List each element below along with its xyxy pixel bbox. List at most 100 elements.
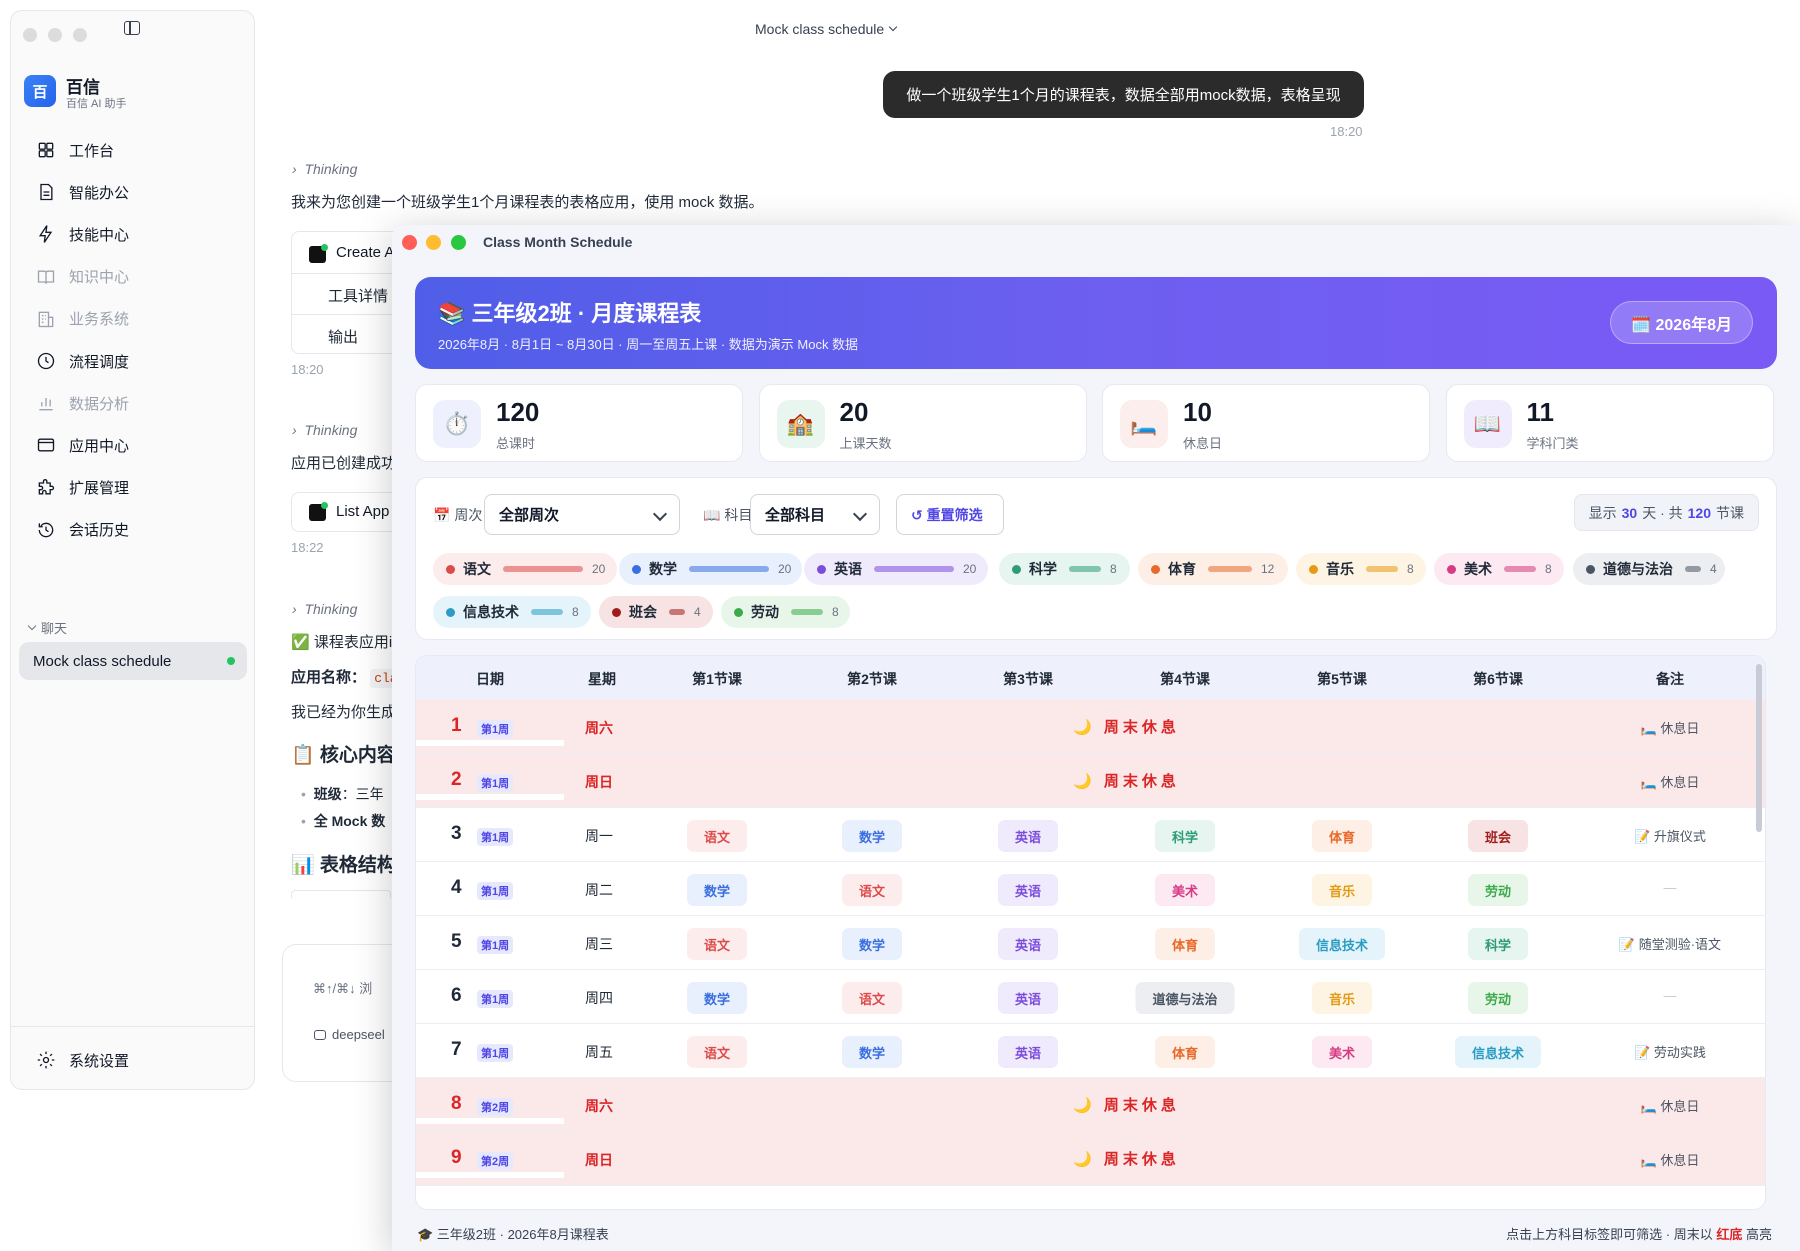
table-row[interactable]: 5 第1周 周三 语文 数学 英语 体育 信息技术 科学 📝 随堂测验·语文: [416, 916, 1765, 970]
table-row[interactable]: 4 第1周 周二 数学 语文 英语 美术 音乐 劳动 —: [416, 862, 1765, 916]
footer-right: 点击上方科目标签即可筛选 · 周末以 红底 高亮: [1506, 1224, 1772, 1243]
lesson-pill[interactable]: 美术: [1154, 874, 1216, 906]
subject-count: 8: [1407, 562, 1414, 576]
lesson-pill[interactable]: 体育: [1311, 820, 1373, 852]
column-header: 第5节课: [1317, 671, 1367, 687]
window-zoom-button[interactable]: [73, 28, 87, 42]
week-badge: 第1周: [477, 936, 514, 954]
model-selector[interactable]: deepseel: [314, 1027, 385, 1042]
table-row[interactable]: 6 第1周 周四 数学 语文 英语 道德与法治 音乐 劳动 —: [416, 970, 1765, 1024]
lesson-pill[interactable]: 语文: [686, 928, 748, 960]
table-scrollbar[interactable]: [1756, 664, 1762, 832]
subject-chip[interactable]: 科学 8: [999, 553, 1130, 585]
subject-color-dot: [612, 607, 621, 617]
window-close-button[interactable]: [23, 28, 37, 42]
lesson-pill[interactable]: 劳动: [1467, 982, 1529, 1014]
lesson-pill[interactable]: 英语: [997, 874, 1059, 906]
tool-output-row[interactable]: 输出: [328, 326, 358, 347]
subject-chip[interactable]: 音乐 8: [1296, 553, 1426, 585]
settings-button[interactable]: 系统设置: [25, 1041, 245, 1079]
window-minimize-button[interactable]: [48, 28, 62, 42]
subject-chip[interactable]: 英语 20: [804, 553, 988, 585]
table-row[interactable]: 2 第1周 周日 🌙 周末休息 🛏️ 休息日: [416, 754, 1765, 808]
sidebar-item[interactable]: 流程调度: [25, 342, 245, 380]
lesson-pill[interactable]: 语文: [686, 820, 748, 852]
lesson-pill[interactable]: 英语: [997, 820, 1059, 852]
lesson-pill[interactable]: 美术: [1311, 1036, 1373, 1068]
reset-filter-button[interactable]: ↺ 重置筛选: [896, 494, 1004, 535]
thinking-toggle[interactable]: › Thinking: [292, 161, 357, 177]
subject-count-bar: [791, 609, 823, 615]
subject-chip[interactable]: 语文 20: [433, 553, 617, 585]
subject-chip[interactable]: 道德与法治 4: [1573, 553, 1725, 585]
lesson-pill[interactable]: 信息技术: [1298, 928, 1386, 960]
table-row[interactable]: 8 第2周 周六 🌙 周末休息 🛏️ 休息日: [416, 1078, 1765, 1132]
tool-details-row[interactable]: 工具详情: [328, 285, 388, 306]
chat-section-header[interactable]: 聊天: [27, 618, 67, 637]
sidebar-item[interactable]: 智能办公: [25, 173, 245, 211]
sidebar-item[interactable]: 会话历史: [25, 511, 245, 549]
lesson-pill[interactable]: 语文: [841, 874, 903, 906]
subject-chip[interactable]: 数学 20: [619, 553, 802, 585]
column-header: 第4节课: [1160, 671, 1210, 687]
sidebar-item[interactable]: 业务系统: [25, 300, 245, 338]
lesson-pill[interactable]: 体育: [1154, 1036, 1216, 1068]
subject-chip[interactable]: 美术 8: [1434, 553, 1564, 585]
subject-count: 8: [1110, 562, 1117, 576]
sidebar-item[interactable]: 应用中心: [25, 426, 245, 464]
window-minimize-button[interactable]: [426, 235, 441, 250]
lesson-pill[interactable]: 音乐: [1311, 982, 1373, 1014]
lesson-pill[interactable]: 语文: [841, 982, 903, 1014]
sidebar-item[interactable]: 技能中心: [25, 215, 245, 253]
week-select[interactable]: 全部周次: [484, 494, 680, 535]
lesson-pill[interactable]: 科学: [1467, 928, 1529, 960]
lesson-pill[interactable]: 英语: [997, 1036, 1059, 1068]
window-zoom-button[interactable]: [451, 235, 466, 250]
lesson-pill[interactable]: 语文: [686, 1036, 748, 1068]
lesson-pill[interactable]: 道德与法治: [1135, 982, 1235, 1014]
tool-call-card[interactable]: List App: [291, 492, 401, 532]
subject-chip-label: 美术: [1464, 561, 1492, 577]
lesson-pill[interactable]: 信息技术: [1454, 1036, 1542, 1068]
chat-item-active[interactable]: Mock class schedule: [19, 642, 247, 680]
subject-chip[interactable]: 班会 4: [599, 596, 713, 628]
table-row[interactable]: 1 第1周 周六 🌙 周末休息 🛏️ 休息日: [416, 700, 1765, 754]
conversation-title-dropdown[interactable]: Mock class schedule: [755, 21, 898, 37]
table-row[interactable]: 7 第1周 周五 语文 数学 英语 体育 美术 信息技术 📝 劳动实践: [416, 1024, 1765, 1078]
weekend-rest-label: 🌙 周末休息: [1073, 719, 1180, 736]
sidebar-item[interactable]: 数据分析: [25, 384, 245, 422]
subject-color-dot: [1012, 564, 1021, 574]
lesson-pill[interactable]: 英语: [997, 982, 1059, 1014]
lesson-pill[interactable]: 班会: [1467, 820, 1529, 852]
lesson-pill[interactable]: 数学: [686, 982, 748, 1014]
sidebar-item[interactable]: 知识中心: [25, 258, 245, 296]
table-row[interactable]: 3 第1周 周一 语文 数学 英语 科学 体育 班会 📝 升旗仪式: [416, 808, 1765, 862]
lesson-pill[interactable]: 数学: [841, 928, 903, 960]
sidebar-toggle-icon[interactable]: [124, 21, 140, 35]
subject-chip[interactable]: 体育 12: [1138, 553, 1288, 585]
tool-call-card[interactable]: Create A 工具详情 输出: [291, 231, 401, 354]
thinking-toggle[interactable]: › Thinking: [292, 422, 357, 438]
lesson-pill[interactable]: 数学: [841, 1036, 903, 1068]
lesson-pill[interactable]: 劳动: [1467, 874, 1529, 906]
lesson-pill[interactable]: 数学: [841, 820, 903, 852]
lesson-pill[interactable]: 科学: [1154, 820, 1216, 852]
row-note: 🛏️ 休息日: [1640, 1153, 1700, 1168]
thinking-toggle[interactable]: › Thinking: [292, 601, 357, 617]
week-filter-label: 📅 周次: [433, 507, 483, 523]
weekday: 周三: [585, 936, 613, 952]
subject-select[interactable]: 全部科目: [750, 494, 880, 535]
subject-chip[interactable]: 劳动 8: [721, 596, 850, 628]
month-badge[interactable]: 🗓️ 2026年8月: [1610, 301, 1753, 344]
date-number: 6: [451, 985, 462, 1006]
window-close-button[interactable]: [402, 235, 417, 250]
table-row[interactable]: 9 第2周 周日 🌙 周末休息 🛏️ 休息日: [416, 1132, 1765, 1186]
lesson-pill[interactable]: 体育: [1154, 928, 1216, 960]
lesson-pill[interactable]: 英语: [997, 928, 1059, 960]
weekend-rest-label: 🌙 周末休息: [1073, 1097, 1180, 1114]
sidebar-item[interactable]: 工作台: [25, 131, 245, 169]
lesson-pill[interactable]: 音乐: [1311, 874, 1373, 906]
sidebar-item[interactable]: 扩展管理: [25, 469, 245, 507]
subject-chip[interactable]: 信息技术 8: [433, 596, 591, 628]
lesson-pill[interactable]: 数学: [686, 874, 748, 906]
